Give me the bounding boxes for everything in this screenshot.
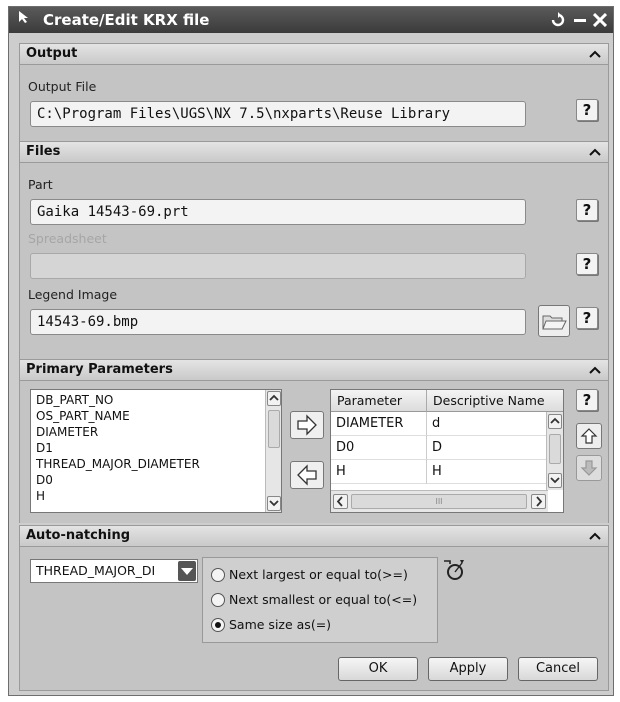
section-header-primary-parameters[interactable]: Primary Parameters [19, 359, 609, 381]
dialog-window: Create/Edit KRX file Output Output File … [8, 6, 614, 696]
parameter-table[interactable]: Parameter Descriptive Name DIAMETER d D0… [330, 389, 564, 513]
scroll-up-icon[interactable] [548, 414, 562, 429]
filter-icon[interactable] [442, 557, 468, 583]
minimize-icon[interactable] [569, 9, 591, 31]
table-cell[interactable]: DIAMETER [331, 412, 427, 436]
section-body-output: Output File C:\Program Files\UGS\NX 7.5\… [19, 65, 609, 141]
table-cell[interactable]: D0 [331, 436, 427, 460]
spreadsheet-field [30, 253, 526, 279]
ok-button[interactable]: OK [338, 657, 418, 681]
scroll-down-icon[interactable] [548, 473, 562, 488]
help-icon[interactable]: ? [576, 99, 598, 121]
option-label: Next smallest or equal to(<=) [229, 592, 418, 607]
legend-image-label: Legend Image [28, 287, 118, 302]
add-right-arrow-icon [297, 414, 317, 436]
parameter-list[interactable]: DB_PART_NO OS_PART_NAME DIAMETER D1 THRE… [30, 389, 282, 513]
table-header-descriptive-name[interactable]: Descriptive Name [427, 390, 563, 412]
folder-icon [542, 315, 567, 330]
close-icon[interactable] [589, 9, 611, 31]
collapse-icon[interactable] [586, 44, 604, 64]
radio-same-size[interactable] [211, 618, 225, 632]
cursor-icon [14, 10, 34, 30]
reset-icon[interactable] [547, 9, 569, 31]
collapse-icon[interactable] [586, 526, 604, 546]
list-scrollbar[interactable] [265, 390, 281, 512]
section-title-files: Files [26, 144, 61, 159]
scroll-right-icon[interactable] [531, 494, 546, 509]
list-item[interactable]: DIAMETER [31, 424, 281, 440]
section-body-auto-matching: THREAD_MAJOR_DI Next largest or equal to… [19, 547, 609, 647]
move-up-icon [580, 428, 598, 444]
cancel-button[interactable]: Cancel [518, 657, 598, 681]
section-title-auto-matching: Auto-natching [26, 528, 131, 543]
output-file-label: Output File [28, 79, 97, 94]
part-label: Part [28, 177, 53, 192]
parameter-select[interactable]: THREAD_MAJOR_DI [30, 559, 198, 583]
title-bar[interactable]: Create/Edit KRX file [9, 7, 613, 33]
spreadsheet-label: Spreadsheet [28, 231, 107, 246]
list-item[interactable]: DB_PART_NO [31, 392, 281, 408]
list-item[interactable]: H [31, 488, 281, 504]
move-down-icon [580, 460, 598, 476]
section-title-primary: Primary Parameters [26, 362, 173, 377]
list-item[interactable]: THREAD_MAJOR_DIAMETER [31, 456, 281, 472]
collapse-icon[interactable] [586, 360, 604, 380]
scroll-thumb[interactable] [549, 434, 561, 464]
part-field[interactable]: Gaika 14543-69.prt [30, 199, 526, 225]
section-header-files[interactable]: Files [19, 141, 609, 163]
table-header-parameter[interactable]: Parameter [331, 390, 427, 412]
table-cell[interactable]: D [427, 436, 547, 460]
list-item[interactable]: D0 [31, 472, 281, 488]
move-up-button[interactable] [576, 423, 602, 449]
section-body-primary: DB_PART_NO OS_PART_NAME DIAMETER D1 THRE… [19, 381, 609, 523]
scroll-down-icon[interactable] [267, 496, 281, 511]
scroll-thumb[interactable] [268, 410, 280, 448]
radio-next-largest[interactable] [211, 568, 225, 582]
table-cell[interactable]: H [427, 460, 547, 484]
help-icon[interactable]: ? [576, 199, 598, 221]
chevron-down-icon[interactable] [178, 561, 196, 581]
remove-left-arrow-icon [297, 464, 317, 486]
add-parameter-button[interactable] [290, 411, 324, 439]
scroll-up-icon[interactable] [267, 391, 281, 406]
table-cell[interactable]: d [427, 412, 547, 436]
scroll-left-icon[interactable] [333, 494, 348, 509]
section-header-auto-matching[interactable]: Auto-natching [19, 525, 609, 547]
option-label: Same size as(=) [229, 617, 332, 632]
option-label: Next largest or equal to(>=) [229, 567, 408, 582]
help-icon[interactable]: ? [576, 389, 598, 411]
help-icon[interactable]: ? [576, 253, 598, 275]
browse-button[interactable] [538, 305, 570, 337]
section-header-output[interactable]: Output [19, 43, 609, 65]
legend-image-field[interactable]: 14543-69.bmp [30, 309, 526, 335]
list-item[interactable]: D1 [31, 440, 281, 456]
section-body-files: Part Gaika 14543-69.prt ? Spreadsheet ? … [19, 163, 609, 359]
dialog-footer: OK Apply Cancel [19, 647, 609, 691]
table-hscrollbar[interactable]: III [331, 490, 548, 512]
table-cell[interactable]: H [331, 460, 427, 484]
move-down-button[interactable] [576, 455, 602, 481]
help-icon[interactable]: ? [576, 307, 598, 329]
window-title: Create/Edit KRX file [43, 11, 210, 29]
section-title-output: Output [26, 46, 78, 61]
scroll-thumb[interactable]: III [351, 494, 527, 509]
parameter-select-value: THREAD_MAJOR_DI [36, 563, 156, 578]
apply-button[interactable]: Apply [428, 657, 508, 681]
output-file-field[interactable]: C:\Program Files\UGS\NX 7.5\nxparts\Reus… [30, 101, 526, 127]
list-item[interactable]: OS_PART_NAME [31, 408, 281, 424]
matching-mode-group: Next largest or equal to(>=) Next smalle… [202, 557, 438, 643]
collapse-icon[interactable] [586, 142, 604, 162]
table-vscrollbar[interactable] [546, 412, 563, 490]
radio-next-smallest[interactable] [211, 593, 225, 607]
remove-parameter-button[interactable] [290, 461, 324, 489]
